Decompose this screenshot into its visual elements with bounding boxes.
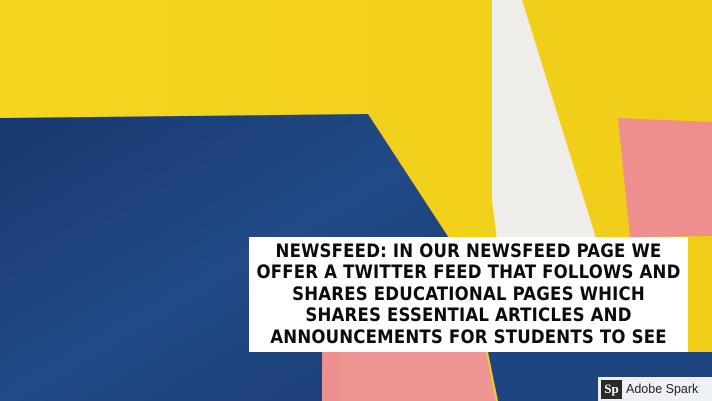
newsfeed-caption-box: Newsfeed: In our newsfeed page we offer … bbox=[249, 237, 688, 352]
newsfeed-caption-text: Newsfeed: In our newsfeed page we offer … bbox=[256, 240, 681, 348]
adobe-spark-badge[interactable]: Sp Adobe Spark bbox=[598, 377, 712, 401]
adobe-spark-label: Adobe Spark bbox=[626, 382, 699, 396]
adobe-spark-logo-icon: Sp bbox=[601, 379, 622, 399]
pink-paint-patch bbox=[618, 118, 712, 237]
pink-paint-lower bbox=[322, 352, 496, 401]
